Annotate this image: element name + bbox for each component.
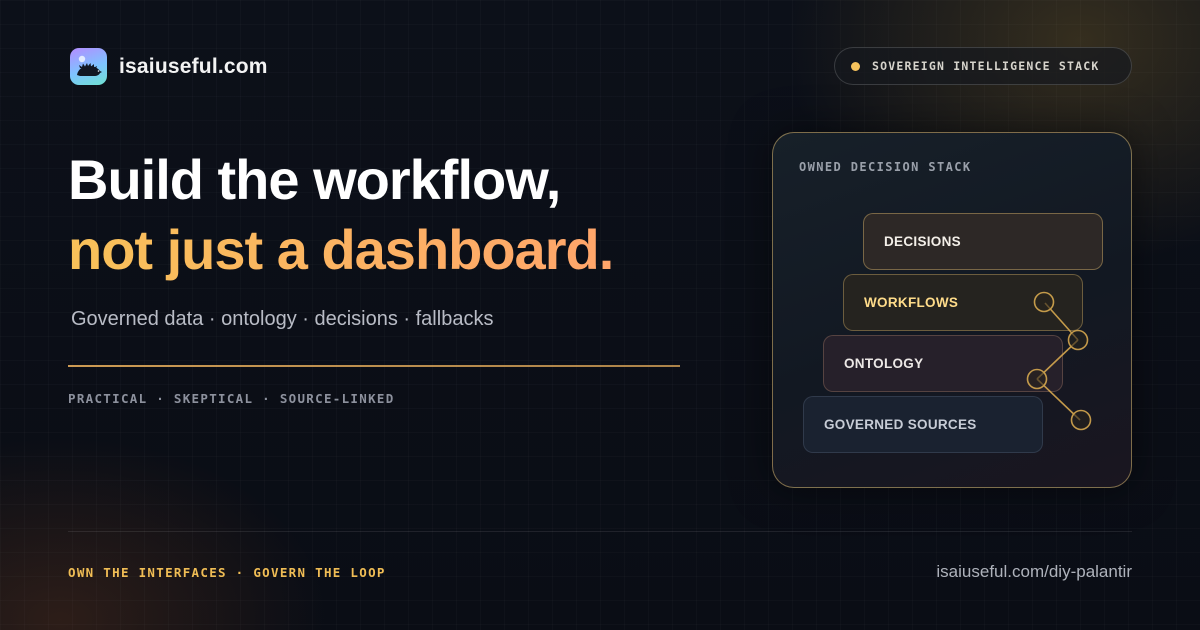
brand-name: isaiuseful.com	[119, 54, 268, 78]
node-links-icon	[1026, 291, 1092, 431]
decision-stack-card: OWNED DECISION STACK GOVERNED SOURCES ON…	[772, 132, 1132, 488]
headline-line-1: Build the workflow,	[68, 148, 561, 211]
footer-divider	[68, 531, 1132, 532]
footer-tagline: OWN THE INTERFACES · GOVERN THE LOOP	[68, 565, 386, 580]
headline: Build the workflow, not just a dashboard…	[68, 145, 614, 285]
headline-line-2: not just a dashboard.	[68, 215, 614, 285]
divider	[68, 365, 680, 367]
footer-url[interactable]: isaiuseful.com/diy-palantir	[936, 562, 1132, 582]
tagline-tags: PRACTICAL · SKEPTICAL · SOURCE-LINKED	[68, 391, 395, 406]
hedgehog-icon	[70, 48, 107, 85]
badge-label: SOVEREIGN INTELLIGENCE STACK	[872, 59, 1100, 73]
brand[interactable]: isaiuseful.com	[70, 48, 268, 85]
stack-badge: SOVEREIGN INTELLIGENCE STACK	[834, 47, 1132, 85]
status-dot-icon	[851, 61, 860, 71]
subtitle: Governed data · ontology · decisions · f…	[71, 308, 494, 330]
